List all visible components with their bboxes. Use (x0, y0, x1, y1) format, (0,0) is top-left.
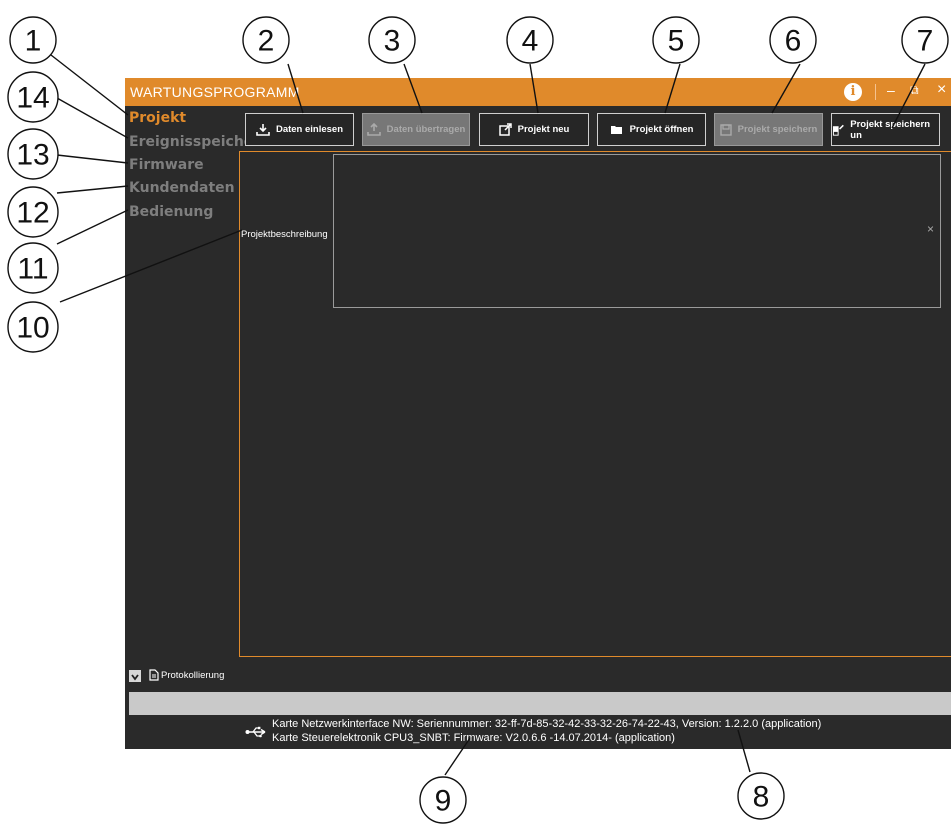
callout-1 (9, 16, 57, 64)
status-line-network: Karte Netzwerkinterface NW: Seriennummer… (272, 718, 822, 730)
callout-11 (7, 242, 59, 294)
callout-8 (737, 772, 785, 820)
callout-2 (242, 16, 290, 64)
callout-14 (7, 71, 59, 123)
upload-icon (366, 123, 381, 136)
info-icon[interactable]: i (844, 83, 862, 101)
callout-label-12: 12 (16, 197, 49, 230)
callout-label-6: 6 (785, 25, 802, 58)
callout-4 (506, 16, 554, 64)
callout-10 (7, 301, 59, 353)
title-separator (875, 84, 876, 100)
chevron-down-icon (131, 674, 139, 681)
status-line-controller: Karte Steuerelektronik CPU3_SNBT: Firmwa… (272, 732, 675, 744)
clear-icon[interactable]: × (927, 222, 934, 236)
callout-label-7: 7 (917, 25, 934, 58)
nav-item-bedienung[interactable]: Bedienung (129, 204, 213, 220)
callout-label-2: 2 (258, 25, 275, 58)
new-project-button[interactable]: Projekt neu (479, 113, 589, 146)
callout-label-9: 9 (435, 785, 452, 818)
nav-item-firmware[interactable]: Firmware (129, 157, 204, 173)
open-project-label: Projekt öffnen (629, 124, 694, 135)
usb-icon (245, 726, 266, 738)
log-toggle-button[interactable] (129, 670, 141, 682)
new-document-icon (498, 123, 512, 136)
callout-label-8: 8 (753, 781, 770, 814)
project-description-field[interactable]: × (333, 154, 941, 308)
callout-13 (7, 128, 59, 180)
document-icon (149, 669, 159, 681)
callout-label-11: 11 (17, 253, 48, 286)
save-project-as-label: Projekt speichern un (850, 118, 930, 141)
minimize-button[interactable]: – (887, 82, 895, 98)
project-description-label: Projektbeschreibung (241, 229, 328, 240)
callout-label-4: 4 (522, 25, 539, 58)
read-data-button[interactable]: Daten einlesen (245, 113, 354, 146)
callout-3 (368, 16, 416, 64)
save-icon (719, 123, 732, 136)
callout-label-3: 3 (384, 25, 401, 58)
callout-label-14: 14 (16, 82, 49, 115)
callout-label-13: 13 (16, 139, 49, 172)
save-project-button[interactable]: Projekt speichern (714, 113, 823, 146)
app-window: WARTUNGSPROGRAMM i – ⧉ × Projekt Ereigni… (125, 78, 951, 749)
callout-5 (652, 16, 700, 64)
window-title: WARTUNGSPROGRAMM (130, 84, 300, 100)
maximize-button[interactable]: ⧉ (910, 83, 919, 98)
save-project-label: Projekt speichern (737, 124, 818, 135)
download-icon (256, 124, 270, 136)
open-project-button[interactable]: Projekt öffnen (597, 113, 706, 146)
title-bar: WARTUNGSPROGRAMM i – ⧉ × (125, 78, 951, 106)
read-data-label: Daten einlesen (275, 124, 344, 135)
transfer-data-button[interactable]: Daten übertragen (362, 113, 470, 146)
nav-item-kundendaten[interactable]: Kundendaten (129, 180, 235, 196)
save-project-as-button[interactable]: Projekt speichern un (831, 113, 940, 146)
log-label: Protokollierung (161, 670, 225, 681)
close-button[interactable]: × (937, 81, 946, 99)
new-project-label: Projekt neu (517, 124, 570, 135)
save-as-icon (832, 124, 844, 136)
callout-label-5: 5 (668, 25, 685, 58)
callout-6 (769, 16, 817, 64)
open-folder-icon (610, 126, 622, 134)
callout-7 (901, 16, 949, 64)
callout-label-10: 10 (16, 312, 49, 345)
log-panel (129, 692, 951, 715)
nav-item-ereignisspeicher[interactable]: Ereignisspeicher (129, 134, 260, 150)
callout-9 (419, 776, 467, 824)
callout-12 (7, 186, 59, 238)
nav-item-projekt[interactable]: Projekt (129, 110, 186, 126)
transfer-data-label: Daten übertragen (386, 124, 466, 135)
callout-label-1: 1 (25, 25, 42, 58)
